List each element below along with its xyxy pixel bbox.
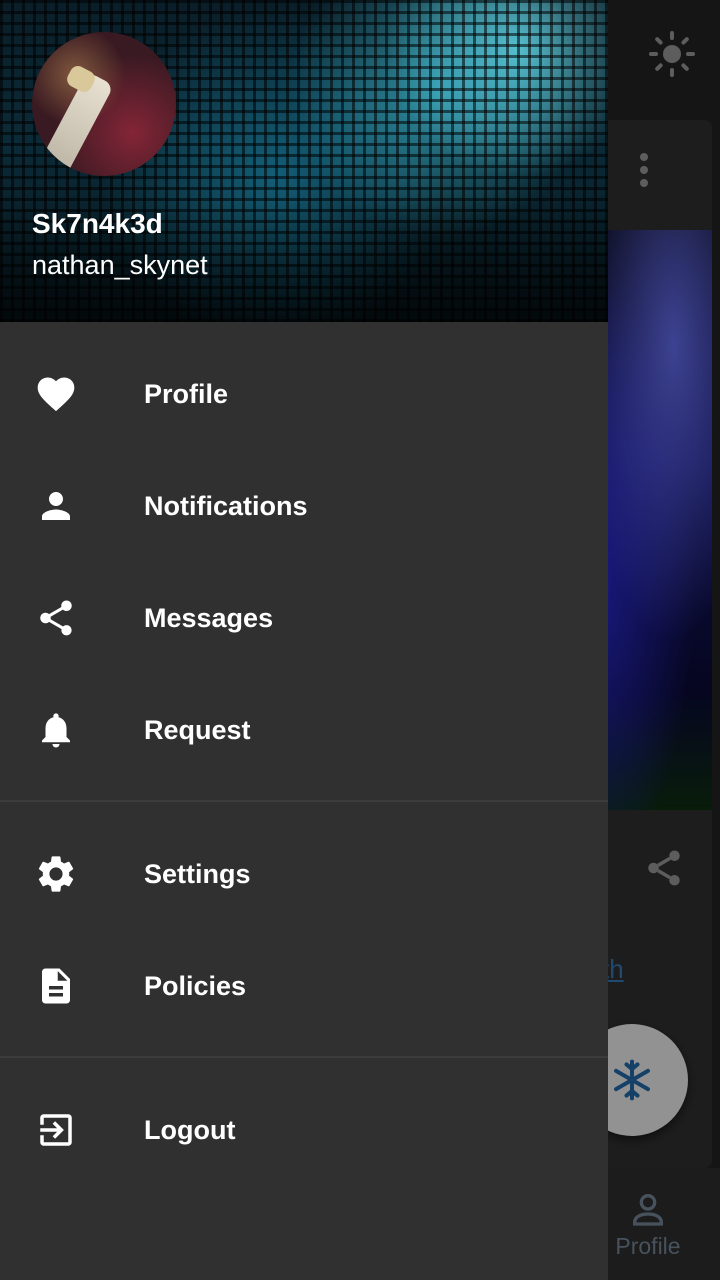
- drawer-header: Sk7n4k3d nathan_skynet: [0, 0, 608, 322]
- share-icon: [32, 594, 80, 642]
- drawer-item-label: Logout: [144, 1114, 236, 1145]
- drawer-item-label: Policies: [144, 970, 247, 1001]
- drawer-item-notifications[interactable]: Notifications: [0, 450, 608, 562]
- user-username: nathan_skynet: [32, 250, 208, 280]
- drawer-item-label: Request: [144, 714, 251, 745]
- document-icon: [32, 962, 80, 1010]
- drawer-item-request[interactable]: Request: [0, 674, 608, 786]
- drawer-item-settings[interactable]: Settings: [0, 818, 608, 930]
- user-display-name: Sk7n4k3d: [32, 208, 163, 239]
- drawer-item-profile[interactable]: Profile: [0, 338, 608, 450]
- logout-icon: [32, 1106, 80, 1154]
- drawer-item-label: Notifications: [144, 490, 308, 521]
- drawer-divider: [0, 1056, 608, 1058]
- bell-icon: [32, 706, 80, 754]
- drawer-item-label: Profile: [144, 378, 229, 409]
- heart-icon: [32, 370, 80, 418]
- avatar[interactable]: [32, 32, 176, 176]
- drawer-item-policies[interactable]: Policies: [0, 930, 608, 1042]
- gear-icon: [32, 850, 80, 898]
- drawer-divider: [0, 800, 608, 802]
- drawer-item-label: Messages: [144, 602, 274, 633]
- person-icon: [32, 482, 80, 530]
- drawer-item-label: Settings: [144, 858, 251, 889]
- navigation-drawer: Sk7n4k3d nathan_skynet Profile Notificat…: [0, 0, 608, 1280]
- drawer-item-messages[interactable]: Messages: [0, 562, 608, 674]
- drawer-item-logout[interactable]: Logout: [0, 1074, 608, 1186]
